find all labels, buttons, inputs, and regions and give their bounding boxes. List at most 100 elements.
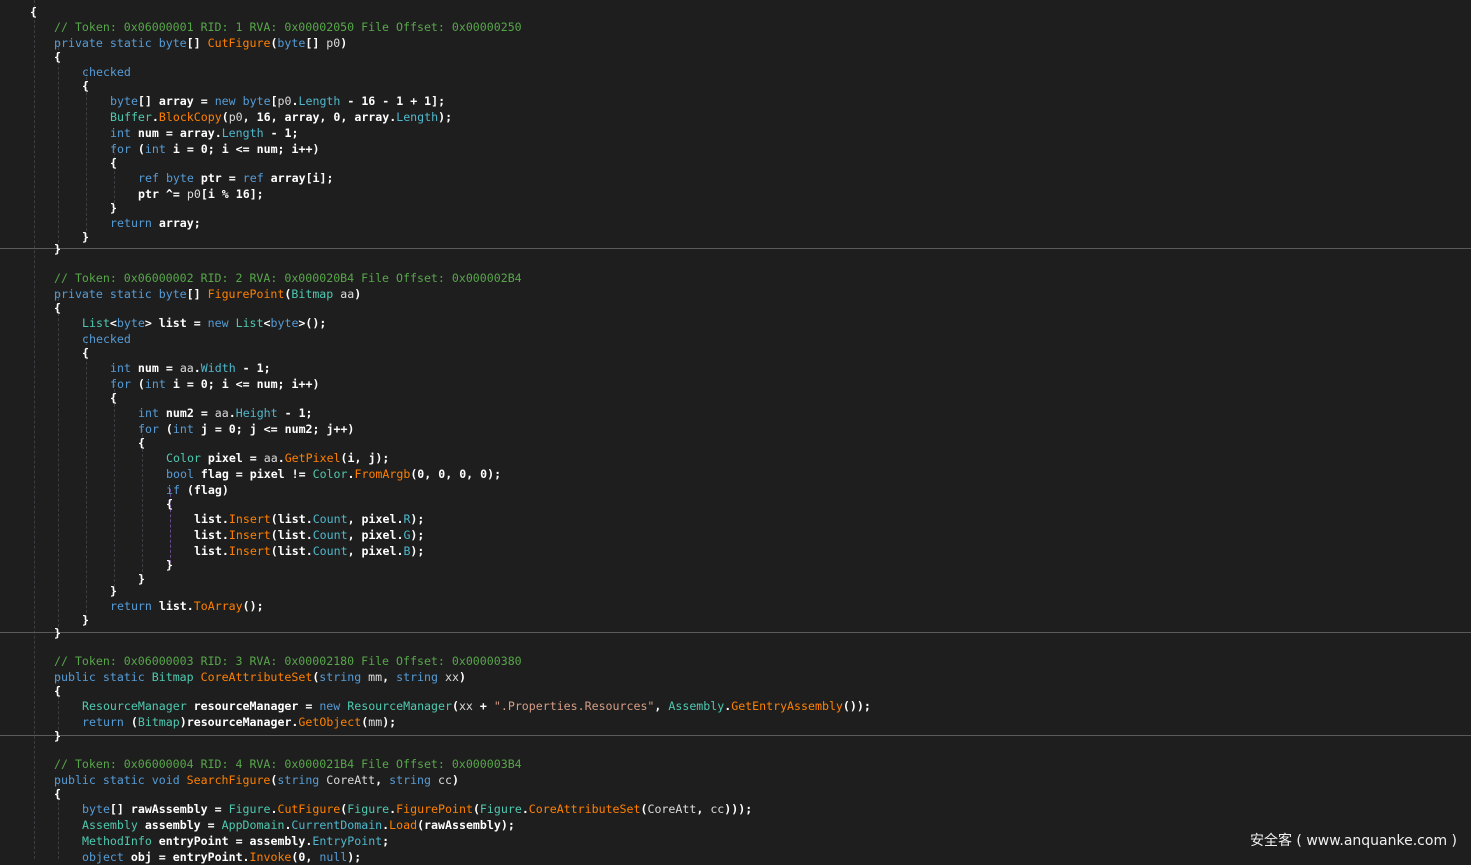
- code-token: i = 0; i <= num; i++): [165, 377, 320, 391]
- code-token: , pixel.: [347, 544, 404, 558]
- code-line: Buffer.BlockCopy(p0, 16, array, 0, array…: [110, 109, 452, 125]
- code-token: ,: [375, 773, 390, 787]
- code-token: (0,: [291, 850, 320, 864]
- code-token: int: [172, 422, 194, 436]
- code-line: bool flag = pixel != Color.FromArgb(0, 0…: [166, 466, 501, 482]
- code-token: )resourceManager.: [179, 715, 299, 729]
- code-token: public: [54, 670, 96, 684]
- code-token: p0: [277, 94, 292, 108]
- code-token: Width: [200, 361, 236, 375]
- code-token: Insert: [228, 544, 271, 558]
- code-token: static: [109, 287, 152, 301]
- code-token: byte: [165, 171, 194, 185]
- code-token: ResourceManager: [347, 699, 452, 713]
- code-token: - 16 - 1 + 1];: [340, 94, 446, 108]
- code-line: private static byte[] CutFigure(byte[] p…: [54, 35, 347, 51]
- code-token: [] array =: [137, 94, 215, 108]
- code-token: Bitmap: [291, 287, 334, 301]
- code-token: Invoke: [249, 850, 292, 864]
- code-token: ,: [382, 670, 397, 684]
- code-token: (: [221, 110, 229, 124]
- code-token: aa: [214, 406, 229, 420]
- code-line: {: [166, 496, 173, 512]
- code-token: - 1;: [277, 406, 313, 420]
- code-token: resourceManager =: [186, 699, 320, 713]
- indent-guide: [34, 0, 35, 859]
- code-token: );: [347, 850, 362, 864]
- code-token: ,: [654, 699, 669, 713]
- code-token: []: [186, 287, 208, 301]
- code-line: ptr ^= p0[i % 16];: [138, 186, 264, 202]
- code-token: num =: [130, 361, 180, 375]
- code-line: {: [138, 435, 145, 451]
- code-token: AppDomain: [221, 818, 285, 832]
- code-token: (: [472, 802, 480, 816]
- code-line: {: [54, 300, 61, 316]
- code-token: Figure: [347, 802, 390, 816]
- code-line: for (int i = 0; i <= num; i++): [110, 376, 319, 392]
- code-token: (: [130, 142, 145, 156]
- code-line: // Token: 0x06000002 RID: 2 RVA: 0x00002…: [54, 270, 522, 286]
- code-token: (list.: [270, 544, 313, 558]
- code-token: object: [82, 850, 124, 864]
- code-token: private: [54, 36, 103, 50]
- code-token: }: [82, 613, 89, 627]
- code-token: Bitmap: [137, 715, 180, 729]
- code-token: int: [144, 142, 166, 156]
- code-token: assembly =: [137, 818, 222, 832]
- code-line: }: [54, 728, 61, 744]
- code-line: int num = aa.Width - 1;: [110, 360, 271, 376]
- code-token: string: [396, 670, 438, 684]
- method-separator: [0, 248, 1471, 249]
- indent-guide: [58, 42, 59, 248]
- code-token: Bitmap: [151, 670, 194, 684]
- code-token: );: [410, 528, 425, 542]
- code-token: byte: [270, 316, 299, 330]
- watermark-text: 安全客 ( www.anquanke.com ): [1249, 833, 1457, 849]
- code-line: // Token: 0x06000001 RID: 1 RVA: 0x00002…: [54, 19, 522, 35]
- code-token: // Token: 0x06000003 RID: 3 RVA: 0x00002…: [54, 654, 522, 668]
- code-line: Assembly assembly = AppDomain.CurrentDom…: [82, 817, 515, 833]
- code-token: (rawAssembly);: [417, 818, 515, 832]
- code-token: }: [82, 230, 89, 244]
- code-token: ;: [382, 834, 390, 848]
- indent-guide: [114, 384, 115, 592]
- code-line: byte[] array = new byte[p0.Length - 16 -…: [110, 93, 445, 109]
- code-token: ());: [842, 699, 871, 713]
- code-line: }: [54, 241, 61, 257]
- code-editor[interactable]: { // Token: 0x06000001 RID: 1 RVA: 0x0000…: [0, 0, 1471, 864]
- code-token: .: [277, 451, 285, 465]
- code-line: }: [82, 229, 89, 245]
- code-token: ();: [242, 599, 264, 613]
- code-token: return: [82, 715, 124, 729]
- indent-guide: [86, 72, 87, 236]
- code-line: int num = array.Length - 1;: [110, 125, 299, 141]
- code-token: p0: [228, 110, 243, 124]
- code-token: > list =: [144, 316, 208, 330]
- code-line: list.Insert(list.Count, pixel.G);: [194, 527, 424, 543]
- code-token: if: [166, 483, 180, 497]
- code-token: byte: [242, 94, 271, 108]
- code-token: }: [54, 626, 61, 640]
- code-line: {: [82, 78, 89, 94]
- code-line: }: [110, 200, 117, 216]
- code-token: );: [438, 110, 453, 124]
- code-token: byte: [116, 316, 145, 330]
- code-token: );: [410, 544, 425, 558]
- code-token: ref: [138, 171, 159, 185]
- code-token: [: [270, 94, 278, 108]
- code-token: xx: [444, 670, 459, 684]
- code-token: BlockCopy: [158, 110, 222, 124]
- code-token: (0, 0, 0, 0);: [410, 467, 502, 481]
- code-token: }: [54, 729, 61, 743]
- code-line: // Token: 0x06000003 RID: 3 RVA: 0x00002…: [54, 653, 522, 669]
- code-token: Count: [312, 544, 348, 558]
- code-token: Insert: [228, 512, 271, 526]
- code-token: - 1;: [263, 126, 299, 140]
